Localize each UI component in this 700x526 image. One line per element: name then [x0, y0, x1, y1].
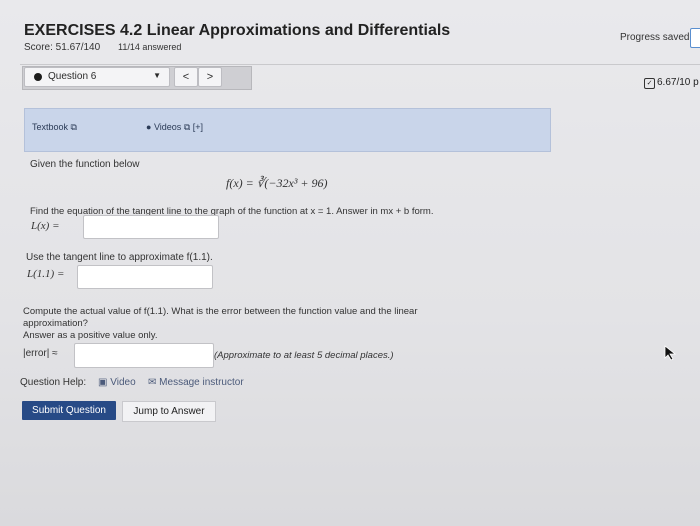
- submit-question-button[interactable]: Submit Question: [22, 401, 116, 420]
- next-question-button[interactable]: >: [198, 67, 222, 87]
- message-instructor-link[interactable]: ✉ Message instructor: [148, 377, 244, 388]
- question-help-label: Question Help:: [20, 377, 87, 388]
- videos-expand[interactable]: [+]: [193, 122, 203, 132]
- answered-count: 11/14 answered: [118, 42, 182, 52]
- page-title: EXERCISES 4.2 Linear Approximations and …: [24, 22, 451, 39]
- part2-label: L(1.1) =: [27, 268, 65, 280]
- textbook-link[interactable]: Textbook ⧉: [32, 122, 77, 133]
- external-link-icon: ⧉: [183, 122, 191, 132]
- resources-panel: [24, 108, 551, 152]
- score-text: Score: 51.67/140: [24, 42, 101, 53]
- external-link-icon: ⧉: [70, 122, 77, 132]
- mouse-cursor-icon: [664, 345, 677, 361]
- part3-answer-input[interactable]: [74, 343, 214, 368]
- videos-link[interactable]: ● Videos ⧉ [+]: [146, 122, 203, 133]
- part2-answer-input[interactable]: [77, 265, 213, 289]
- message-instructor-label: Message instructor: [159, 377, 244, 388]
- part3-prompt-2: approximation?: [23, 318, 88, 329]
- part1-answer-input[interactable]: [83, 215, 219, 239]
- videos-label: Videos: [153, 122, 182, 132]
- part3-label: |error| ≈: [23, 348, 58, 359]
- question-select[interactable]: Question 6 ▼: [24, 67, 170, 87]
- caret-down-icon: ▼: [153, 71, 161, 80]
- part1-label: L(x) =: [31, 220, 60, 232]
- part2-prompt: Use the tangent line to approximate f(1.…: [26, 252, 213, 263]
- given-text: Given the function below: [30, 159, 140, 170]
- question-points: ✓ 6.67/10 p: [644, 77, 699, 89]
- progress-indicator: [690, 28, 700, 48]
- status-dot-icon: [34, 73, 42, 81]
- function-expression: f(x) = ∛(−32x³ + 96): [226, 176, 328, 190]
- envelope-icon: ✉: [148, 377, 157, 388]
- textbook-label: Textbook: [32, 122, 69, 132]
- part3-prompt-3: Answer as a positive value only.: [23, 330, 158, 341]
- progress-status: Progress saved: [620, 32, 690, 43]
- prev-question-button[interactable]: <: [174, 67, 198, 87]
- header-divider: [20, 64, 700, 65]
- video-play-icon: ●: [146, 122, 152, 132]
- question-select-label: Question 6: [48, 71, 97, 82]
- part3-prompt-1: Compute the actual value of f(1.1). What…: [23, 306, 418, 317]
- video-icon: ▣: [98, 377, 108, 388]
- check-icon: ✓: [644, 78, 655, 89]
- part3-hint: (Approximate to at least 5 decimal place…: [214, 350, 394, 361]
- jump-to-answer-button[interactable]: Jump to Answer: [122, 401, 216, 422]
- help-video-link[interactable]: ▣ Video: [98, 377, 136, 388]
- question-points-value: 6.67/10 p: [657, 77, 699, 88]
- help-video-label: Video: [110, 377, 136, 388]
